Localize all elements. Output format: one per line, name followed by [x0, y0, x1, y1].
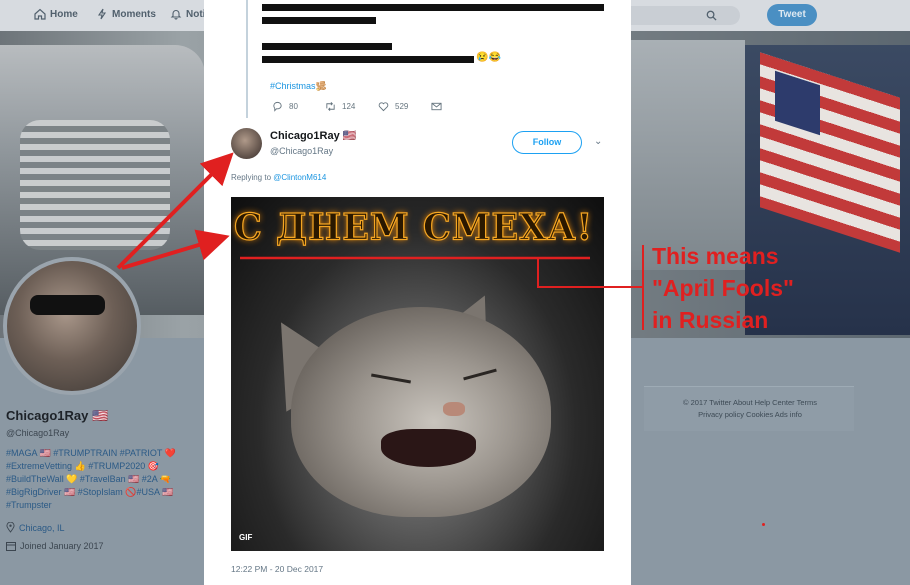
redacted-text [262, 56, 474, 63]
profile-handle: @Chicago1Ray [6, 428, 70, 438]
tweet-timestamp[interactable]: 12:22 PM - 20 Dec 2017 [231, 564, 323, 574]
footer-line[interactable]: © 2017 Twitter About Help Center Terms [660, 397, 840, 409]
thread-line [246, 0, 248, 118]
annotation-text: This means "April Fools" in Russian [652, 240, 794, 336]
profile-name[interactable]: Chicago1Ray 🇺🇸 [6, 408, 108, 424]
search-icon[interactable] [706, 10, 717, 21]
envelope-icon [431, 102, 442, 111]
thread-hashtag[interactable]: #Christmas🫚 [270, 81, 327, 92]
profile-joined: Joined January 2017 [6, 541, 104, 551]
footer-line[interactable]: Privacy policy Cookies Ads info [660, 409, 840, 421]
bell-icon [170, 10, 182, 20]
message-action[interactable] [431, 101, 442, 112]
tweet-gif[interactable]: С ДНЕМ СМЕХА! GIF [231, 197, 604, 551]
cat-nose [443, 402, 465, 416]
profile-location-label: Chicago, IL [19, 522, 65, 533]
replying-to-link[interactable]: @ClintonM614 [273, 173, 326, 182]
annotation-line: "April Fools" [652, 275, 794, 301]
emoji-faces: 😢😂 [476, 52, 501, 63]
bio-line[interactable]: #BuildTheWall 💛 #TravelBan 🇺🇸 #2A 🔫 [6, 473, 201, 486]
banner-trailer [630, 40, 745, 270]
cat-mouth [381, 429, 476, 467]
nav-home-label: Home [50, 8, 78, 20]
reply-icon [273, 101, 282, 112]
bio-line[interactable]: #MAGA 🇺🇸 #TRUMPTRAIN #PATRIOT ❤️ [6, 447, 201, 460]
nav-notifications-label: Noti [186, 8, 206, 20]
location-pin-icon [6, 522, 15, 533]
reply-action[interactable]: 80 [272, 101, 298, 112]
tweet-author-handle: @Chicago1Ray [270, 146, 334, 156]
like-action[interactable]: 529 [378, 101, 408, 112]
banner-truck-grille [20, 120, 170, 250]
profile-avatar[interactable] [3, 257, 141, 395]
bio-line[interactable]: #ExtremeVetting 👍 #TRUMP2020 🎯 [6, 460, 201, 473]
gif-caption: С ДНЕМ СМЕХА! [233, 205, 594, 250]
retweet-action[interactable]: 124 [325, 101, 355, 112]
retweet-icon [326, 102, 335, 111]
replying-to: Replying to @ClintonM614 [231, 173, 326, 182]
calendar-icon [6, 542, 16, 551]
annotation-line: This means [652, 243, 779, 269]
redacted-text [262, 17, 376, 24]
footer-links[interactable]: © 2017 Twitter About Help Center Terms P… [660, 397, 840, 421]
retweet-count: 124 [342, 102, 356, 111]
redacted-text [262, 4, 604, 11]
profile-joined-label: Joined January 2017 [20, 541, 104, 551]
reply-count: 80 [289, 102, 298, 111]
heart-icon [378, 102, 389, 112]
nav-moments[interactable]: Moments [96, 8, 156, 20]
red-dot [762, 523, 765, 526]
bio-line[interactable]: #BigRigDriver 🇺🇸 #StopIslam 🚫#USA 🇺🇸 [6, 486, 201, 499]
search-input[interactable] [622, 6, 740, 25]
annotation-line: in Russian [652, 307, 769, 333]
lightning-icon [97, 8, 107, 20]
follow-button[interactable]: Follow [512, 131, 582, 154]
tweet-author-name[interactable]: Chicago1Ray 🇺🇸 [270, 129, 356, 142]
home-icon [34, 8, 46, 20]
gif-badge: GIF [239, 533, 253, 542]
avatar-sunglasses [30, 295, 105, 315]
tweet-author-avatar[interactable] [231, 128, 262, 159]
replying-prefix: Replying to [231, 173, 274, 182]
redacted-text [262, 43, 392, 50]
nav-notifications[interactable]: Noti [170, 8, 205, 20]
nav-moments-label: Moments [112, 8, 156, 20]
nav-home[interactable]: Home [34, 8, 78, 20]
bio-line[interactable]: #Trumpster [6, 499, 201, 512]
chevron-down-icon[interactable]: ⌄ [594, 136, 602, 147]
cat-head [291, 307, 551, 517]
like-count: 529 [395, 102, 409, 111]
profile-location[interactable]: Chicago, IL [6, 522, 65, 533]
tweet-button[interactable]: Tweet [767, 4, 817, 26]
profile-bio: #MAGA 🇺🇸 #TRUMPTRAIN #PATRIOT ❤️ #Extrem… [6, 447, 201, 512]
